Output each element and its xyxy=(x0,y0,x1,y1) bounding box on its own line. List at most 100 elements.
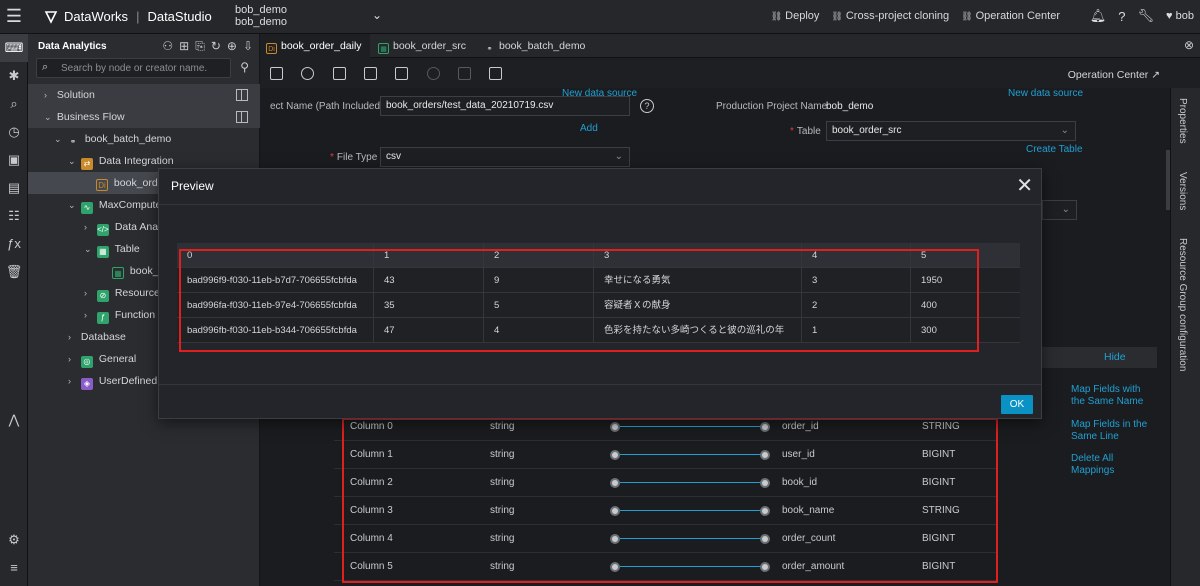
close-icon[interactable]: ✕ xyxy=(1016,173,1033,198)
search-icon[interactable]: ⌕ xyxy=(0,90,28,118)
refresh-icon[interactable]: ↻ xyxy=(211,39,221,54)
tab-book-order-src[interactable]: ▦ book_order_src xyxy=(372,34,476,58)
stop-icon[interactable] xyxy=(427,67,440,80)
operation-center-link[interactable]: Operation Center xyxy=(961,10,1060,22)
source-field-handle[interactable] xyxy=(610,450,620,460)
map-same-line-link[interactable]: Map Fields in the Same Line xyxy=(1071,419,1151,443)
file-type-select[interactable]: csv ⌄ xyxy=(380,147,630,167)
collapse-icon[interactable]: ≡ xyxy=(0,554,28,582)
cross-project-link[interactable]: Cross-project cloning xyxy=(831,10,949,22)
chevron-right-icon: › xyxy=(68,332,71,342)
mapping-row: Column 5 string order_amount BIGINT xyxy=(334,553,998,581)
ok-button[interactable]: OK xyxy=(1001,395,1033,414)
target-field-handle[interactable] xyxy=(760,562,770,572)
tree-search-input[interactable] xyxy=(61,61,226,75)
download-icon[interactable]: ⇩ xyxy=(243,39,253,54)
create-table-link[interactable]: Create Table xyxy=(1026,144,1083,155)
app-logo[interactable]: DataWorks | DataStudio xyxy=(44,9,212,24)
tab-book-order-daily[interactable]: Di book_order_daily xyxy=(260,34,370,73)
new-data-source-link-right[interactable]: New data source xyxy=(1008,88,1083,99)
userdefined-icon: ◈ xyxy=(80,378,93,390)
chevron-right-icon: › xyxy=(84,222,87,232)
locate-icon[interactable]: ⊕ xyxy=(227,39,237,54)
target-field-handle[interactable] xyxy=(760,534,770,544)
settings-icon[interactable]: ⚙ xyxy=(0,526,28,554)
briefcase-icon[interactable]: ▣ xyxy=(0,146,28,174)
tree-node-business-flow[interactable]: ⌄ Business Flow xyxy=(28,106,260,128)
tree-node-database[interactable]: › Database xyxy=(68,326,126,348)
dialog-title: Preview xyxy=(171,179,214,193)
menu-icon[interactable]: ☰ xyxy=(0,0,28,34)
tree-node-table[interactable]: ⌄ ▦ Table xyxy=(84,238,140,260)
workspace-selector[interactable]: bob_demo bob_demo xyxy=(235,4,287,28)
help-icon[interactable]: ? xyxy=(640,99,654,113)
close-all-tabs-icon[interactable]: ⊗ xyxy=(1184,38,1194,52)
clock-icon[interactable]: ◷ xyxy=(0,118,28,146)
versions-tab[interactable]: Versions xyxy=(1177,172,1188,210)
chevron-down-icon[interactable]: ⌄ xyxy=(372,8,382,22)
production-project-value: bob_demo xyxy=(826,101,874,112)
tree-node-maxcompute[interactable]: ⌄ ∿ MaxCompute xyxy=(68,194,161,216)
partition-select[interactable]: ⌄ xyxy=(1042,200,1077,220)
target-field-handle[interactable] xyxy=(760,450,770,460)
save-icon[interactable] xyxy=(270,67,283,80)
function-icon[interactable]: ƒx xyxy=(0,230,28,258)
lock-icon[interactable] xyxy=(458,67,471,80)
tree-node-flow[interactable]: ⌄ ⚭ book_batch_demo xyxy=(54,128,171,150)
user-menu[interactable]: ♥ bob xyxy=(1166,10,1194,22)
tree-node-solution[interactable]: › Solution xyxy=(28,84,260,106)
grid-icon[interactable] xyxy=(236,89,248,101)
run-icon[interactable] xyxy=(301,67,314,80)
table-row: bad996f9-f030-11eb-b7d7-706655fcbfda 43 … xyxy=(177,268,1020,293)
new-data-source-link-left[interactable]: New data source xyxy=(562,88,637,99)
wrench-icon[interactable]: 🔧︎ xyxy=(1138,8,1155,24)
trash-icon[interactable]: 🗑︎ xyxy=(0,258,28,286)
deploy-link[interactable]: Deploy xyxy=(771,10,819,22)
source-field-handle[interactable] xyxy=(610,506,620,516)
source-field-handle[interactable] xyxy=(610,422,620,432)
table-icon[interactable]: ▤ xyxy=(0,174,28,202)
mapping-row: Column 4 string order_count BIGINT xyxy=(334,525,998,553)
mapping-line xyxy=(620,538,770,539)
import-icon[interactable]: ⎘ xyxy=(195,39,205,54)
operation-center-button[interactable]: Operation Center ↗ xyxy=(1068,69,1160,81)
publish-icon[interactable] xyxy=(395,67,408,80)
run-with-params-icon[interactable] xyxy=(333,67,346,80)
di-node-icon: Di xyxy=(96,179,108,191)
component-icon[interactable]: ✱ xyxy=(0,62,28,90)
target-field-handle[interactable] xyxy=(760,478,770,488)
table-select[interactable]: book_order_src ⌄ xyxy=(826,121,1076,141)
tree-node-resource[interactable]: › ⊘ Resource xyxy=(84,282,160,304)
data-development-icon[interactable]: ⌨ xyxy=(0,34,28,62)
file-type-label: * File Type xyxy=(330,152,378,163)
source-field-handle[interactable] xyxy=(610,562,620,572)
tree-node-userdefined[interactable]: › ◈ UserDefined xyxy=(68,370,157,392)
map-same-name-link[interactable]: Map Fields with the Same Name xyxy=(1071,384,1151,408)
user-filter-icon[interactable]: ⚇ xyxy=(162,39,173,54)
target-field-handle[interactable] xyxy=(760,422,770,432)
delete-all-mappings-link[interactable]: Delete All Mappings xyxy=(1071,453,1131,477)
table-row: bad996fa-f030-11eb-97e4-706655fcbfda 35 … xyxy=(177,293,1020,318)
resource-group-tab[interactable]: Resource Group configuration xyxy=(1177,238,1188,371)
properties-tab[interactable]: Properties xyxy=(1177,98,1188,144)
source-field-handle[interactable] xyxy=(610,478,620,488)
script-mode-icon[interactable] xyxy=(489,67,502,80)
submit-icon[interactable] xyxy=(364,67,377,80)
create-icon[interactable]: ⊞ xyxy=(179,39,189,54)
workspace-name: bob_demo xyxy=(235,4,287,16)
add-link[interactable]: Add xyxy=(580,123,598,134)
tree-node-function[interactable]: › ƒ Function xyxy=(84,304,155,326)
tab-book-batch-demo[interactable]: ⚭ book_batch_demo xyxy=(478,34,602,58)
target-field-handle[interactable] xyxy=(760,506,770,516)
grid-icon[interactable] xyxy=(236,111,248,123)
object-name-input[interactable]: book_orders/test_data_20210719.csv xyxy=(380,96,630,116)
help-icon[interactable]: ? xyxy=(1118,9,1125,24)
filter-icon[interactable]: ⚲ xyxy=(240,60,249,74)
source-field-handle[interactable] xyxy=(610,534,620,544)
bell-icon[interactable]: 🔔︎ xyxy=(1090,8,1107,24)
tree-node-general[interactable]: › ◎ General xyxy=(68,348,136,370)
list-icon[interactable]: ☷ xyxy=(0,202,28,230)
chevron-right-icon: › xyxy=(68,376,71,386)
workflow-icon[interactable]: ⋀ xyxy=(0,406,28,434)
hide-link[interactable]: Hide xyxy=(1104,351,1126,363)
